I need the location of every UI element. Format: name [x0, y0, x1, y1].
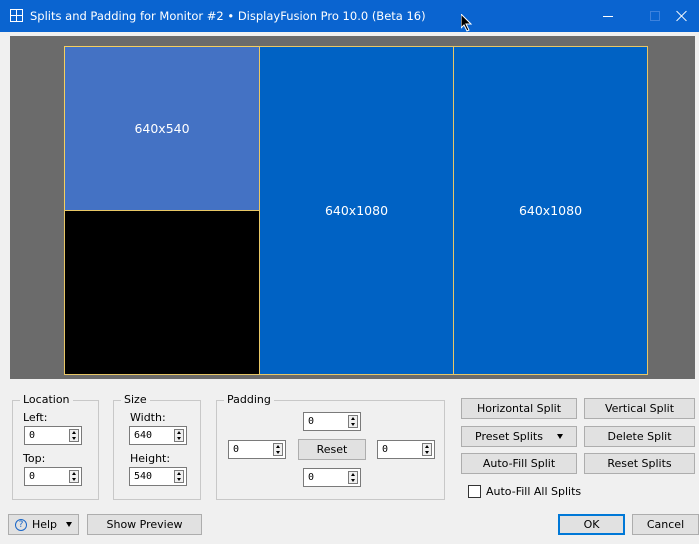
split-region-top-left[interactable]: 640x540	[64, 46, 260, 211]
preset-splits-dropdown[interactable]: Preset Splits	[461, 426, 577, 447]
preset-splits-label: Preset Splits	[475, 430, 543, 443]
size-group: Size Width: 640 Height: 540	[113, 393, 201, 500]
location-group: Location Left: 0 Top: 0	[12, 393, 99, 500]
split-region-bottom-left[interactable]	[64, 210, 260, 375]
auto-fill-split-button[interactable]: Auto-Fill Split	[461, 453, 577, 474]
cancel-button[interactable]: Cancel	[632, 514, 699, 535]
split-region-middle[interactable]: 640x1080	[259, 46, 454, 375]
size-legend: Size	[121, 393, 150, 406]
show-preview-button[interactable]: Show Preview	[87, 514, 202, 535]
padding-left-input[interactable]: 0	[228, 440, 286, 459]
displayfusion-app-icon	[10, 9, 23, 22]
height-label: Height:	[130, 452, 171, 465]
top-spinner-arrows-icon[interactable]	[69, 470, 79, 483]
vertical-split-button[interactable]: Vertical Split	[584, 398, 695, 419]
width-input[interactable]: 640	[129, 426, 187, 445]
padding-left-spinner-arrows-icon[interactable]	[273, 443, 283, 456]
padding-group: Padding 0 0 Reset 0 0	[216, 393, 445, 500]
split-region-right[interactable]: 640x1080	[453, 46, 648, 375]
close-button[interactable]	[664, 0, 699, 32]
width-spinner-arrows-icon[interactable]	[174, 429, 184, 442]
padding-right-input[interactable]: 0	[377, 440, 435, 459]
reset-splits-button[interactable]: Reset Splits	[584, 453, 695, 474]
chevron-down-icon	[556, 434, 563, 439]
window-title: Splits and Padding for Monitor #2 • Disp…	[30, 9, 426, 23]
help-icon: ?	[14, 518, 27, 531]
chevron-down-icon	[66, 522, 73, 527]
location-legend: Location	[20, 393, 73, 406]
left-spinner-arrows-icon[interactable]	[69, 429, 79, 442]
left-label: Left:	[23, 411, 48, 424]
width-label: Width:	[130, 411, 166, 424]
splits-preview-area[interactable]: 640x540 640x1080 640x1080	[10, 36, 695, 379]
mouse-cursor-icon	[461, 14, 473, 32]
auto-fill-all-splits-checkbox[interactable]	[468, 485, 481, 498]
auto-fill-all-splits-label[interactable]: Auto-Fill All Splits	[486, 485, 581, 498]
top-input[interactable]: 0	[24, 467, 82, 486]
padding-reset-button[interactable]: Reset	[298, 439, 366, 460]
left-input[interactable]: 0	[24, 426, 82, 445]
padding-top-input[interactable]: 0	[303, 412, 361, 431]
help-label: Help	[31, 518, 58, 531]
split-size-label: 640x1080	[518, 203, 583, 218]
padding-top-spinner-arrows-icon[interactable]	[348, 415, 358, 428]
delete-split-button[interactable]: Delete Split	[584, 426, 695, 447]
horizontal-split-button[interactable]: Horizontal Split	[461, 398, 577, 419]
padding-bottom-spinner-arrows-icon[interactable]	[348, 471, 358, 484]
title-bar: Splits and Padding for Monitor #2 • Disp…	[0, 0, 699, 32]
split-size-label: 640x540	[134, 121, 190, 136]
ok-button[interactable]: OK	[558, 514, 625, 535]
padding-bottom-input[interactable]: 0	[303, 468, 361, 487]
help-dropdown-button[interactable]: ? Help	[8, 514, 79, 535]
split-size-label: 640x1080	[324, 203, 389, 218]
minimize-button[interactable]	[585, 0, 631, 32]
top-label: Top:	[23, 452, 46, 465]
padding-right-spinner-arrows-icon[interactable]	[422, 443, 432, 456]
height-spinner-arrows-icon[interactable]	[174, 470, 184, 483]
padding-legend: Padding	[224, 393, 274, 406]
height-input[interactable]: 540	[129, 467, 187, 486]
